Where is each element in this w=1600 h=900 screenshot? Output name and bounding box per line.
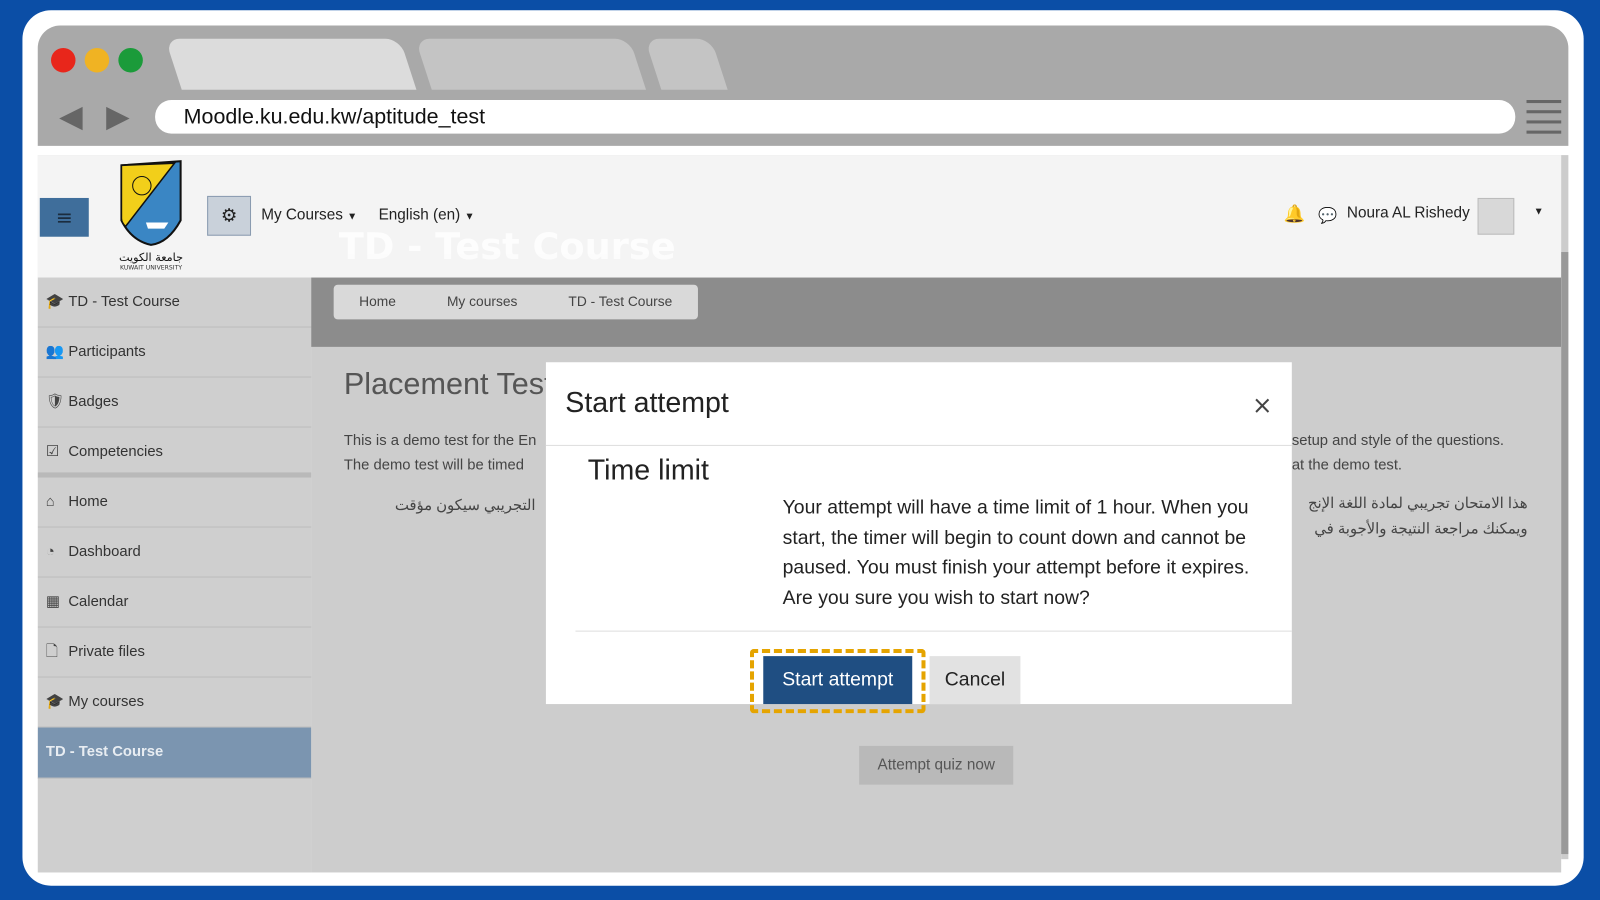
breadcrumb-course[interactable]: TD - Test Course [543,285,698,320]
divider [545,444,1292,446]
logo-shield-icon [120,160,182,246]
description-text: This is a demo test for the En [343,432,537,449]
logo-english-text: KUWAIT UNIVERSITY [119,264,183,272]
arabic-description: هذا الامتحان تجريبي لمادة اللغة الإنج [1307,495,1528,513]
description-text: setup and style of the questions. [1291,432,1505,449]
description-text: at the demo test. [1291,457,1403,474]
logo-arabic-text: جامعة الكويت [118,251,184,265]
arabic-description: ويمكنك مراجعة النتيجة والأجوبة في [1314,521,1528,538]
calendar-icon: ▦ [45,593,60,611]
arabic-description: التجريبي سيكون مؤقت [394,497,536,515]
home-icon: ⌂ [45,493,55,511]
sidebar-item-label: Dashboard [68,543,141,561]
attempt-quiz-now-button[interactable]: Attempt quiz now [859,745,1014,785]
user-menu-caret-icon[interactable]: ▼ [1534,206,1544,217]
sidebar-item-private-files[interactable]: 🗋 Private files [37,628,312,678]
file-icon: 🗋 [45,643,58,661]
shield-icon: 🛡 [45,393,65,411]
chat-bubble-icon[interactable]: 💬 [1318,206,1337,224]
sidebar-item-label: Home [68,493,108,511]
sidebar-item-dashboard[interactable]: ◔ Dashboard [37,528,312,578]
dialog-title: Start attempt [565,386,729,419]
back-arrow-icon[interactable]: ◀ [59,99,83,135]
settings-gear-button[interactable]: ⚙ [207,195,252,236]
page-title: Placement Test [343,367,553,402]
sidebar-item-participants[interactable]: 👥 Participants [37,328,312,378]
description-text: The demo test will be timed [343,457,524,474]
close-window-button[interactable] [51,47,76,73]
site-header: TD - Test Course ≡ جامعة الكويت KUWAIT U… [37,155,1562,278]
click-highlight-marker [749,648,926,714]
sidebar-item-my-courses[interactable]: 🎓 My courses [37,678,312,728]
university-logo[interactable]: جامعة الكويت KUWAIT UNIVERSITY [114,159,187,273]
sidebar-item-home[interactable]: ⌂ Home [37,478,312,528]
maximize-window-button[interactable] [118,47,143,73]
graduation-cap-icon: 🎓 [45,693,65,711]
divider [575,630,1292,632]
breadcrumb-my-courses[interactable]: My courses [421,285,542,320]
sidebar-item-calendar[interactable]: ▦ Calendar [37,578,312,628]
hamburger-icon[interactable] [1526,99,1562,141]
my-courses-label: My Courses [261,206,343,224]
breadcrumb: Home My courses TD - Test Course [333,284,698,320]
sidebar-item-label: My courses [68,693,145,711]
sidebar-item-course[interactable]: 🎓 TD - Test Course [37,278,312,328]
users-icon: 👥 [45,343,65,361]
my-courses-menu[interactable]: My Courses ▼ [261,206,357,223]
browser-tab[interactable] [415,38,647,90]
cancel-button[interactable]: Cancel [929,656,1021,705]
section-heading: Time limit [587,454,709,486]
caret-down-icon: ▼ [347,211,358,223]
dialog-message: Your attempt will have a time limit of 1… [782,496,1250,609]
caret-down-icon: ▼ [464,211,475,223]
sidebar-item-label: Calendar [68,593,129,611]
sidebar-item-label: Private files [68,643,145,661]
sidebar-item-label: Participants [68,343,146,361]
minimize-window-button[interactable] [84,47,110,73]
sidebar-item-label: Competencies [68,443,163,461]
sidebar-item-label: TD - Test Course [68,293,180,311]
dashboard-icon: ◔ [45,543,55,561]
avatar[interactable] [1477,197,1515,235]
sidebar-item-label: Badges [68,393,119,411]
graduation-cap-icon: 🎓 [45,293,65,311]
language-menu[interactable]: English (en) ▼ [379,206,475,223]
url-bar[interactable]: Moodle.ku.edu.kw/aptitude_test [155,99,1516,134]
sidebar-item-label: TD - Test Course [45,743,164,761]
checkbox-icon: ☑ [45,443,60,461]
sidebar: 🎓 TD - Test Course 👥 Participants 🛡 Badges … [37,277,312,873]
sidebar-item-competencies[interactable]: ☑ Competencies [37,428,312,478]
page-scrollbar[interactable] [1561,155,1569,860]
course-header-title: TD - Test Course [338,226,676,269]
breadcrumb-home[interactable]: Home [334,285,422,320]
bell-icon[interactable]: 🔔 [1284,204,1306,224]
browser-tab-active[interactable] [165,38,417,90]
language-label: English (en) [378,206,461,224]
drawer-toggle-button[interactable]: ≡ [39,197,89,237]
user-name[interactable]: Noura AL Rishedy [1347,204,1470,221]
sidebar-item-current-course[interactable]: TD - Test Course [37,727,312,779]
close-icon[interactable]: × [1252,391,1273,420]
forward-arrow-icon[interactable]: ▶ [106,99,130,135]
sidebar-item-badges[interactable]: 🛡 Badges [37,378,312,428]
